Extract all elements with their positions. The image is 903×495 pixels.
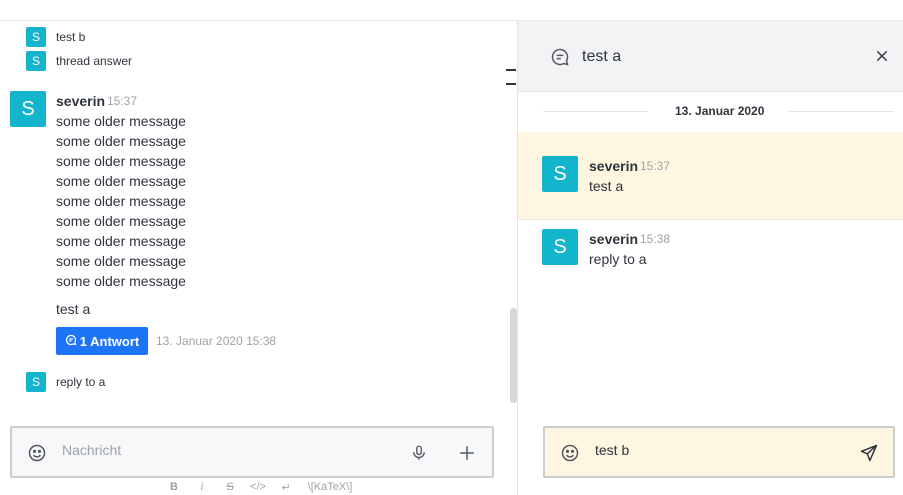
message-time: 15:37 xyxy=(640,159,671,173)
avatar[interactable]: S xyxy=(26,51,46,71)
message-text: thread answer xyxy=(56,54,133,68)
plus-icon[interactable] xyxy=(456,442,478,464)
send-icon[interactable] xyxy=(857,441,881,465)
bold-button[interactable]: B xyxy=(160,481,188,495)
message-line: some older message xyxy=(56,153,186,169)
username[interactable]: severin xyxy=(589,231,638,247)
message-line: some older message xyxy=(56,273,186,289)
message-line: some older message xyxy=(56,213,186,229)
microphone-icon[interactable] xyxy=(408,442,430,464)
message-text: reply to a xyxy=(589,251,647,267)
date-divider-line xyxy=(543,111,648,112)
message-composer[interactable]: Nachricht xyxy=(10,426,494,478)
username[interactable]: severin xyxy=(589,158,638,174)
top-bar xyxy=(0,0,903,21)
thread-message-text: test a xyxy=(56,301,91,317)
close-icon[interactable] xyxy=(872,46,892,66)
avatar[interactable]: S xyxy=(26,27,46,47)
strike-button[interactable]: S xyxy=(216,481,244,495)
multiline-button[interactable]: ↵ xyxy=(272,481,300,495)
katex-button[interactable]: \[KaTeX\] xyxy=(300,481,360,495)
avatar[interactable]: S xyxy=(26,372,46,392)
thread-title: test a xyxy=(582,48,622,65)
username[interactable]: severin xyxy=(56,93,105,109)
message-line: some older message xyxy=(56,173,186,189)
avatar[interactable]: S xyxy=(10,91,46,127)
last-reply-time: 13. Januar 2020 15:38 xyxy=(156,334,277,348)
date-divider: 13. Januar 2020 xyxy=(675,104,765,118)
message-text: test b xyxy=(56,30,86,44)
message-line: some older message xyxy=(56,113,186,129)
thread-composer[interactable]: test b xyxy=(543,426,895,478)
avatar[interactable]: S xyxy=(542,229,578,265)
avatar[interactable]: S xyxy=(542,156,578,192)
message-time: 15:38 xyxy=(640,232,671,246)
italic-button[interactable]: i xyxy=(188,481,216,495)
thread-icon xyxy=(549,46,571,68)
message-time: 15:37 xyxy=(107,94,138,108)
thread-message-input[interactable]: test b xyxy=(595,442,629,458)
thread-icon xyxy=(65,334,77,349)
resize-handle[interactable] xyxy=(506,69,516,85)
date-divider-line xyxy=(788,111,894,112)
thread-root-message: S severin 15:37 test a xyxy=(518,132,903,220)
scrollbar-thumb[interactable] xyxy=(510,308,517,403)
reply-count-label: 1 Antwort xyxy=(79,333,140,349)
thread-replies-button[interactable]: 1 Antwort xyxy=(56,327,148,355)
message-text: reply to a xyxy=(56,375,106,389)
message-text: test a xyxy=(589,178,624,194)
message-input[interactable]: Nachricht xyxy=(62,442,121,458)
message-line: some older message xyxy=(56,193,186,209)
message-line: some older message xyxy=(56,133,186,149)
emoji-icon[interactable] xyxy=(559,442,581,464)
thread-panel: test a 13. Januar 2020 S severin 15:37 t… xyxy=(517,21,903,495)
emoji-icon[interactable] xyxy=(26,442,48,464)
message-line: some older message xyxy=(56,233,186,249)
formatting-toolbar: B i S </> ↵ \[KaTeX\] xyxy=(160,481,360,495)
code-button[interactable]: </> xyxy=(244,481,272,495)
message-list: S test b S thread answer S severin 15:37… xyxy=(0,21,517,495)
message-line: some older message xyxy=(56,253,186,269)
thread-header: test a xyxy=(518,21,903,92)
